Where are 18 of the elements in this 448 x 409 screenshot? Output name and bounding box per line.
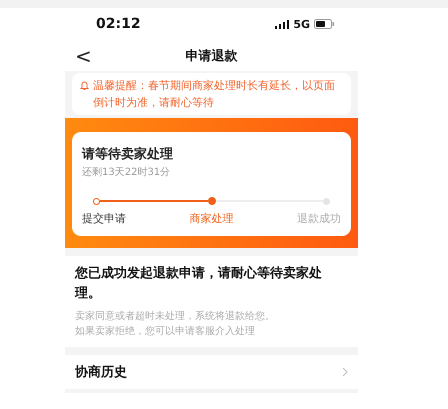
status-time: 02:12 [96, 16, 141, 32]
chevron-right-icon [342, 367, 348, 377]
network-label: 5G [293, 18, 310, 30]
status-title: 请等待卖家处理 [82, 146, 174, 163]
message-text: 如果卖家拒绝，您可以申请客服介入处理 [75, 324, 256, 339]
message-text: 卖家同意或者超时未处理，系统将退款给您。 [75, 310, 276, 324]
signal-icon [275, 20, 290, 28]
history-row[interactable]: 协商历史 [65, 355, 358, 389]
bell-icon [80, 81, 89, 91]
countdown-text: 还剩13天22时31分 [82, 166, 172, 179]
step-label: 提交申请 [82, 211, 126, 226]
page-title: 申请退款 [186, 48, 238, 64]
message-headline: 您已成功发起退款申请，请耐心等待卖家处理。 [75, 264, 323, 303]
step-label: 退款成功 [297, 211, 341, 226]
step-label: 商家处理 [190, 211, 234, 226]
notice-text: 温馨提醒：春节期间商家处理时长有延长，以页面倒计时为准，请耐心等待 [93, 78, 336, 111]
battery-icon [314, 19, 334, 29]
back-button[interactable]: < [75, 46, 92, 66]
